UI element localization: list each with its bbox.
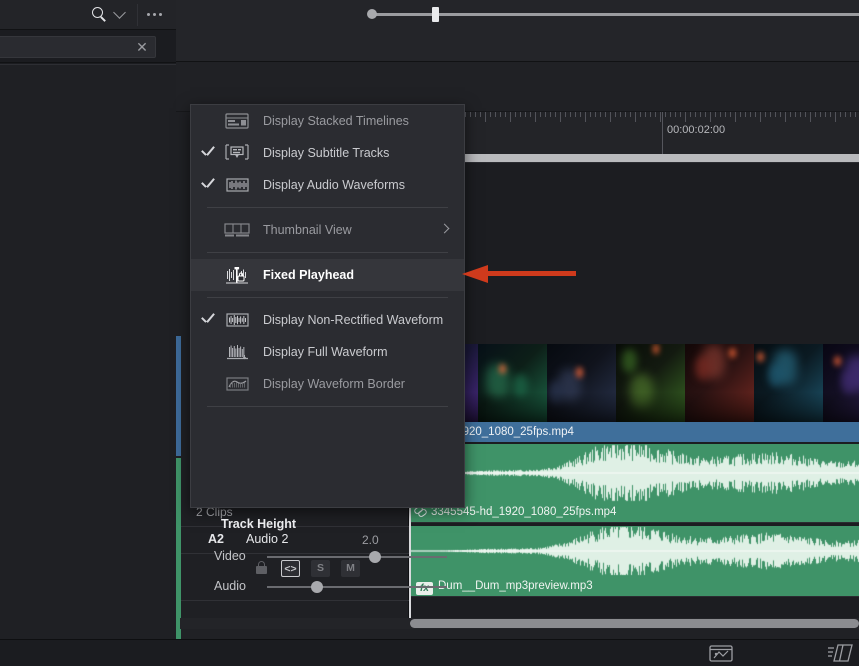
menu-item-display-subtitle-tracks[interactable]: Display Subtitle Tracks xyxy=(191,137,464,169)
ruler-label: 00:00:02:00 xyxy=(667,124,725,136)
timeline-grid-line xyxy=(409,596,859,597)
audio-waveform xyxy=(409,444,859,502)
timeline-grid-line xyxy=(409,162,859,163)
menu-item-label: Display Audio Waveforms xyxy=(263,178,405,192)
video-thumbnail xyxy=(754,344,823,422)
video-thumbnail xyxy=(616,344,685,422)
chevron-right-icon xyxy=(440,224,450,234)
menu-separator xyxy=(207,207,448,208)
full-waveform-icon xyxy=(223,342,251,362)
left-media-panel: ✕ xyxy=(0,0,176,666)
menu-separator xyxy=(207,406,448,407)
menu-item-label: Fixed Playhead xyxy=(263,268,354,282)
menu-item-display-waveform-border[interactable]: Display Waveform Border xyxy=(191,368,464,400)
checkmark-icon xyxy=(201,313,215,326)
menu-item-label: Display Non-Rectified Waveform xyxy=(263,313,443,327)
timeline-hscrollbar-thumb[interactable] xyxy=(410,619,859,628)
audio-slider-label: Audio xyxy=(214,579,246,593)
ruler-ticks xyxy=(409,112,859,123)
thumbnail-view-icon xyxy=(223,220,251,240)
video-track-color-strip xyxy=(176,336,181,456)
timeline-view-options-menu[interactable]: Display Stacked Timelines Display Subtitl… xyxy=(190,104,465,508)
more-options-icon[interactable] xyxy=(146,8,166,22)
video-slider-track[interactable] xyxy=(267,556,447,558)
video-thumbnails xyxy=(409,344,859,422)
zoom-slider-origin-dot xyxy=(367,9,377,19)
close-icon[interactable]: ✕ xyxy=(135,40,149,54)
track-index-a2: A2 xyxy=(208,532,224,546)
clip-name-label: 3345545-hd_1920_1080_25fps.mp4 xyxy=(409,502,859,522)
track-height-section-title: Track Height xyxy=(221,517,296,531)
audio-slider-track[interactable] xyxy=(267,586,447,588)
audio-waveform-icon xyxy=(223,175,251,195)
audio-track-height-slider-row[interactable]: Audio xyxy=(191,575,466,601)
subtitle-tracks-icon xyxy=(223,143,251,163)
audio-clip-a2[interactable]: fxDum__Dum_mp3preview.mp3 xyxy=(409,526,859,596)
fixed-playhead-icon xyxy=(223,265,251,285)
checkmark-icon xyxy=(201,178,215,191)
menu-item-display-audio-waveforms[interactable]: Display Audio Waveforms xyxy=(191,169,464,201)
media-pool-body[interactable] xyxy=(0,64,176,639)
video-track-height-slider-row[interactable]: Video xyxy=(191,545,466,571)
menu-separator xyxy=(207,297,448,298)
track-name-a2[interactable]: Audio 2 xyxy=(246,532,288,546)
waveform-border-icon xyxy=(223,374,251,394)
ruler-major-tick xyxy=(662,112,663,154)
page-switcher-bar xyxy=(176,639,859,666)
fusion-page-icon[interactable] xyxy=(706,640,736,666)
video-thumbnail xyxy=(547,344,616,422)
checkmark-icon xyxy=(201,146,215,159)
timeline-grid-line xyxy=(409,522,859,523)
audio-waveform xyxy=(409,526,859,576)
media-pool-search-row xyxy=(0,0,176,30)
clip-name-label: fxDum__Dum_mp3preview.mp3 xyxy=(409,576,859,596)
timeline-viewmode-row xyxy=(176,29,859,62)
filter-row: ✕ xyxy=(0,31,176,63)
menu-item-display-full-waveform[interactable]: Display Full Waveform xyxy=(191,336,464,368)
menu-item-label: Display Stacked Timelines xyxy=(263,114,409,128)
audio-slider-knob[interactable] xyxy=(311,581,323,593)
zoom-slider-track[interactable] xyxy=(368,13,859,16)
stacked-timelines-icon xyxy=(223,111,251,131)
video-clip-v1[interactable]: 545-hd_1920_1080_25fps.mp4 xyxy=(409,344,859,442)
non-rectified-waveform-icon xyxy=(223,310,251,330)
menu-item-label: Thumbnail View xyxy=(263,223,352,237)
chevron-down-icon[interactable] xyxy=(113,6,126,19)
annotation-arrow xyxy=(462,265,576,283)
menu-item-label: Display Full Waveform xyxy=(263,345,388,359)
color-page-icon[interactable] xyxy=(826,640,858,666)
audio-clip-a1[interactable]: 3345545-hd_1920_1080_25fps.mp4 xyxy=(409,444,859,522)
timeline-zoom-strip xyxy=(176,0,859,29)
menu-item-list: Display Stacked Timelines Display Subtitl… xyxy=(191,105,464,407)
zoom-slider-handle[interactable] xyxy=(432,7,439,22)
video-thumbnail xyxy=(478,344,547,422)
menu-item-label: Display Subtitle Tracks xyxy=(263,146,389,160)
clip-name-label: 545-hd_1920_1080_25fps.mp4 xyxy=(409,422,859,442)
menu-item-fixed-playhead[interactable]: Fixed Playhead xyxy=(191,259,464,291)
video-slider-label: Video xyxy=(214,549,246,563)
toolbar-divider xyxy=(137,4,138,26)
menu-item-thumbnail-view[interactable]: Thumbnail View xyxy=(191,214,464,246)
video-thumbnail xyxy=(823,344,859,422)
left-bottom-bar xyxy=(0,639,176,666)
search-input[interactable]: ✕ xyxy=(0,36,156,58)
video-thumbnail xyxy=(685,344,754,422)
timeline-render-cache-bar xyxy=(409,154,859,162)
menu-item-display-non-rectified-waveform[interactable]: Display Non-Rectified Waveform xyxy=(191,304,464,336)
timeline-ruler[interactable]: 0 00:00:02:00 xyxy=(409,112,859,154)
video-slider-knob[interactable] xyxy=(369,551,381,563)
menu-separator xyxy=(207,252,448,253)
menu-item-label: Display Waveform Border xyxy=(263,377,405,391)
menu-item-display-stacked-timelines[interactable]: Display Stacked Timelines xyxy=(191,105,464,137)
search-icon[interactable] xyxy=(92,7,107,22)
